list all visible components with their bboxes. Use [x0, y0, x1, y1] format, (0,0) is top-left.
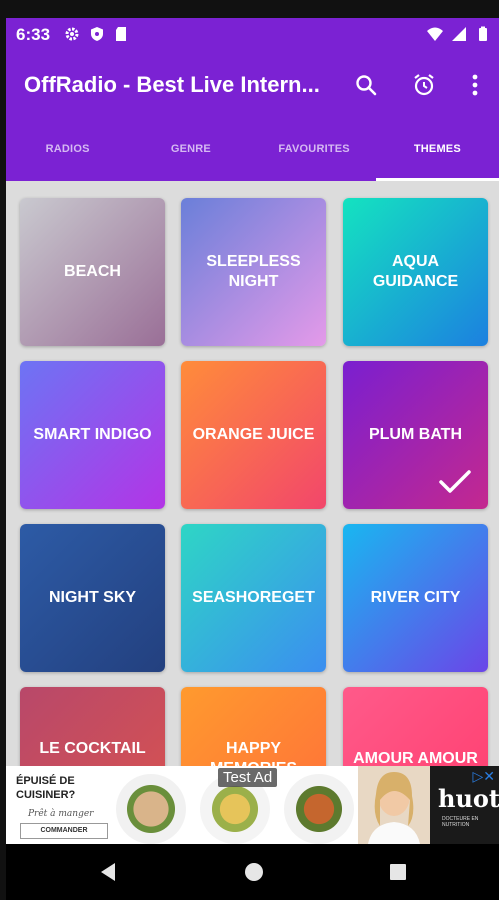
- theme-label: AMOUR AMOUR: [353, 750, 478, 766]
- theme-label: AQUA GUIDANCE: [372, 253, 459, 290]
- ad-banner[interactable]: ÉPUISÉ DE CUISINER? Prêt à manger COMMAN…: [6, 766, 499, 844]
- ad-brand-sub: DOCTEURE EN NUTRITION: [442, 816, 479, 828]
- theme-tile-orange-juice[interactable]: ORANGE JUICE: [181, 361, 326, 509]
- tab-bar: RADIOS GENRE FAVOURITES THEMES: [6, 130, 499, 181]
- sd-card-icon: [116, 27, 126, 41]
- search-icon: [356, 75, 377, 96]
- test-ad-label: Test Ad: [218, 768, 278, 787]
- search-button[interactable]: [349, 68, 383, 102]
- theme-tile-river-city[interactable]: RIVER CITY: [343, 524, 488, 672]
- system-nav-bar: [6, 844, 499, 900]
- wifi-icon: [427, 27, 443, 41]
- tab-genre[interactable]: GENRE: [129, 130, 252, 181]
- themes-grid: BEACH SLEEPLESS NIGHT AQUA GUIDANCE SMAR…: [6, 181, 499, 766]
- theme-tile-night-sky[interactable]: NIGHT SKY: [20, 524, 165, 672]
- back-button[interactable]: [96, 860, 120, 884]
- recents-icon: [390, 864, 406, 880]
- ad-person-image: [358, 766, 430, 844]
- tab-themes[interactable]: THEMES: [375, 130, 499, 181]
- signal-icon: [452, 27, 466, 41]
- theme-label: ORANGE JUICE: [192, 426, 315, 443]
- recents-button[interactable]: [386, 860, 410, 884]
- tab-favourites[interactable]: FAVOURITES: [253, 130, 376, 181]
- more-options-button[interactable]: [458, 68, 492, 102]
- theme-tile-plum-bath[interactable]: PLUM BATH: [343, 361, 488, 509]
- theme-label: HAPPY MEMORIES: [210, 740, 297, 766]
- theme-label: NIGHT SKY: [48, 589, 137, 606]
- home-icon: [245, 863, 263, 881]
- ad-close-icon[interactable]: ▷✕: [473, 768, 496, 785]
- home-button[interactable]: [242, 860, 266, 884]
- theme-tile-seashoreget[interactable]: SEASHOREGET: [181, 524, 326, 672]
- more-vert-icon: [472, 74, 478, 96]
- app-header: 6:33 OffRadio - Best Live Intern... RADI…: [6, 18, 499, 181]
- status-time: 6:33: [16, 25, 51, 44]
- alarm-button[interactable]: [407, 68, 441, 102]
- ad-tagline: Prêt à manger: [28, 809, 94, 819]
- theme-label: PLUM BATH: [368, 426, 463, 443]
- theme-label: LE COCKTAIL: [39, 740, 146, 757]
- theme-label: SLEEPLESS NIGHT: [206, 253, 301, 290]
- theme-label: SMART INDIGO: [33, 426, 152, 443]
- settings-icon: [65, 27, 79, 41]
- theme-tile-amour-amour[interactable]: AMOUR AMOUR: [343, 687, 488, 766]
- theme-tile-beach[interactable]: BEACH: [20, 198, 165, 346]
- theme-tile-aqua-guidance[interactable]: AQUA GUIDANCE: [343, 198, 488, 346]
- theme-tile-smart-indigo[interactable]: SMART INDIGO: [20, 361, 165, 509]
- food-plate-image: [284, 774, 354, 844]
- battery-icon: [479, 26, 487, 41]
- ad-brand-name: huot: [438, 784, 499, 813]
- theme-tile-happy-memories[interactable]: HAPPY MEMORIES: [181, 687, 326, 766]
- theme-label: RIVER CITY: [370, 589, 461, 606]
- food-plate-image: [116, 774, 186, 844]
- ad-cta-button[interactable]: COMMANDER: [20, 823, 108, 839]
- tab-radios[interactable]: RADIOS: [6, 130, 129, 181]
- back-icon: [101, 863, 115, 881]
- status-bar: 6:33: [6, 18, 499, 54]
- phone-screen: 6:33 OffRadio - Best Live Intern... RADI…: [6, 18, 499, 900]
- toolbar: OffRadio - Best Live Intern...: [6, 54, 499, 118]
- theme-label: BEACH: [64, 263, 121, 280]
- shield-icon: [91, 27, 103, 41]
- alarm-icon: [414, 74, 434, 96]
- app-title: OffRadio - Best Live Intern...: [24, 72, 320, 97]
- theme-tile-sleepless-night[interactable]: SLEEPLESS NIGHT: [181, 198, 326, 346]
- theme-tile-le-cocktail[interactable]: LE COCKTAIL: [20, 687, 165, 766]
- checkmark-icon: [439, 470, 471, 493]
- theme-label: SEASHOREGET: [192, 589, 315, 606]
- ad-headline: ÉPUISÉ DE CUISINER?: [16, 775, 76, 801]
